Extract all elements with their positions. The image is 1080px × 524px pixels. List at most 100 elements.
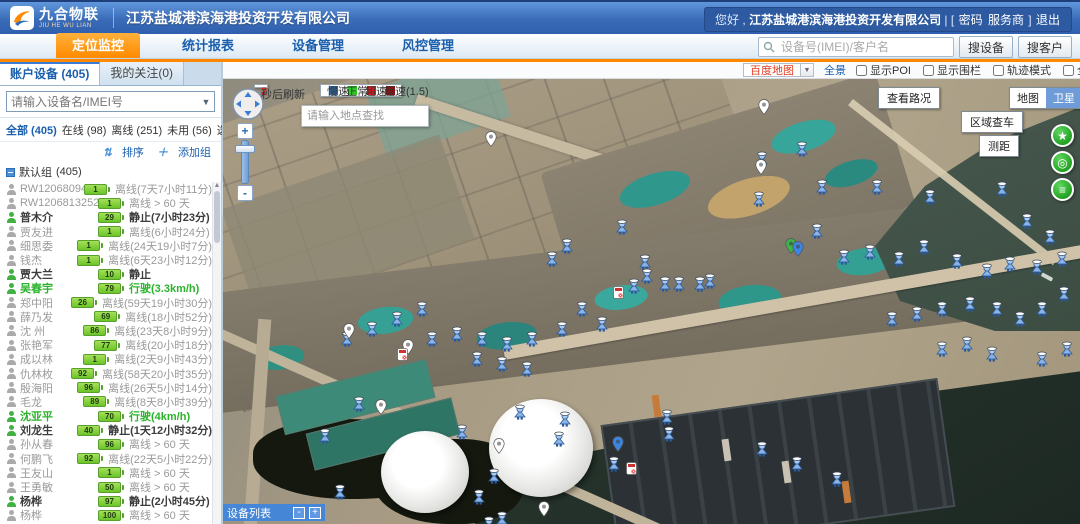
legend-item: 超速(1.5) (384, 86, 395, 95)
device-row[interactable]: 细思委1离线(24天19小时7分) (0, 239, 212, 253)
group-header[interactable]: 默认组 (405) (0, 162, 221, 182)
device-row[interactable]: RW12068094731离线(7天7小时11分) (0, 182, 212, 196)
device-list-bar[interactable]: 设备列表 - + (223, 504, 325, 521)
device-bar-expand-button[interactable]: + (309, 507, 321, 519)
device-row[interactable]: 刘龙生40静止(1天12小时32分) (0, 423, 212, 437)
tab-account-devices[interactable]: 账户设备 (405) (0, 62, 100, 85)
battery-icon: 1 (98, 467, 121, 478)
chevron-down-icon[interactable]: ▼ (198, 97, 214, 107)
nav-tab[interactable]: 设备管理 (276, 33, 360, 58)
map-type-toggle[interactable]: 地图 卫星 (1009, 87, 1080, 109)
device-row[interactable]: 贾大兰10静止 (0, 267, 212, 281)
battery-icon: 1 (84, 184, 107, 195)
device-row[interactable]: 贾友进1离线(6小时24分) (0, 225, 212, 239)
battery-icon: 1 (77, 255, 100, 266)
device-row[interactable]: 沈亚平70行驶(4km/h) (0, 409, 212, 423)
user-session-box: 您好 , 江苏盐城港滨海港投资开发有限公司 | [ 密码 服务商 ] 退出 (704, 7, 1072, 32)
list-tool-button[interactable]: ≡ (1051, 178, 1074, 201)
device-row[interactable]: 薛乃发69离线(18小时52分) (0, 310, 212, 324)
device-search-input[interactable] (7, 95, 198, 109)
main-nav: 定位监控 统计报表 设备管理 风控管理 搜设备 搜客户 (0, 34, 1080, 59)
sort-icon: ⇅ (103, 147, 112, 159)
sidebar-scrollbar[interactable]: ▲ (212, 182, 221, 524)
device-row[interactable]: 成以林1离线(2天9小时43分) (0, 352, 212, 366)
greeting-text: 您好 , (715, 13, 746, 27)
map-canvas[interactable]: + - 2 秒后刷新 慢速正常超速超速(1.5) 查看路况 地图 卫星 区域查车… (223, 79, 1080, 524)
password-link[interactable]: 密码 (959, 13, 983, 27)
speed-legend: 慢速正常超速超速(1.5) (320, 84, 402, 97)
device-row[interactable]: 杨桦97静止(2小时45分) (0, 494, 212, 508)
device-row[interactable]: 杨桦100离线 > 60 天 (0, 508, 212, 522)
measure-button[interactable]: 测距 (979, 135, 1019, 157)
nav-tab[interactable]: 定位监控 (56, 33, 140, 58)
device-list: RW12068094731离线(7天7小时11分)RW12068132521离线… (0, 182, 221, 524)
map-type-map[interactable]: 地图 (1010, 88, 1046, 108)
battery-icon: 97 (98, 496, 121, 507)
device-row[interactable]: 郑中阳26离线(59天19小时30分) (0, 296, 212, 310)
zoom-out-button[interactable]: - (237, 185, 253, 201)
device-row[interactable]: 王友山1离线 > 60 天 (0, 466, 212, 480)
device-row[interactable]: 吴春宇79行驶(3.3km/h) (0, 281, 212, 295)
search-device-button[interactable]: 搜设备 (959, 36, 1013, 58)
device-filter[interactable]: 未用 (56) (167, 125, 212, 137)
user-name: 江苏盐城港滨海港投资开发有限公司 (749, 13, 941, 27)
region-search-button[interactable]: 区域查车 (961, 111, 1023, 133)
checkbox[interactable] (993, 65, 1004, 76)
device-filter[interactable]: 全部 (405) (6, 125, 57, 137)
person-icon (7, 396, 16, 407)
person-icon (7, 453, 16, 464)
checkbox[interactable] (923, 65, 934, 76)
device-row[interactable]: 普木介29静止(7小时23分) (0, 210, 212, 224)
add-group-link[interactable]: ＋添加组 (157, 147, 211, 159)
place-search-input[interactable] (302, 106, 428, 126)
device-row[interactable]: 张艳军77离线(20小时18分) (0, 338, 212, 352)
checkbox[interactable] (1063, 65, 1074, 76)
nav-tab-list: 定位监控 统计报表 设备管理 风控管理 (56, 33, 496, 58)
logout-link[interactable]: 退出 (1036, 13, 1060, 27)
person-icon (7, 240, 16, 251)
global-search-input[interactable] (758, 37, 954, 57)
device-name: RW1206813252 (20, 197, 98, 209)
brand-logo: 九合物联 JIU HE WU LIAN (10, 6, 99, 30)
nav-tab[interactable]: 风控管理 (386, 33, 470, 58)
zoom-in-button[interactable]: + (237, 123, 253, 139)
locate-tool-button[interactable]: ◎ (1051, 151, 1074, 174)
person-icon (7, 311, 16, 322)
device-row[interactable]: 殷海阳96离线(26天5小时14分) (0, 381, 212, 395)
panorama-link[interactable]: 全景 (824, 62, 846, 78)
person-icon (7, 354, 16, 365)
device-name: RW1206809473 (20, 183, 84, 195)
device-row[interactable]: 孙从春96离线 > 60 天 (0, 437, 212, 451)
favorites-tool-button[interactable]: ★ (1051, 124, 1074, 147)
traffic-button[interactable]: 查看路况 (878, 87, 940, 109)
tab-my-follow[interactable]: 我的关注(0) (100, 62, 184, 85)
provider-link[interactable]: 服务商 (988, 13, 1024, 27)
device-filter[interactable]: 离线 (251) (111, 125, 162, 137)
device-bar-collapse-button[interactable]: - (293, 507, 305, 519)
device-filter[interactable]: 在线 (98) (62, 125, 107, 137)
app-window: 九合物联 JIU HE WU LIAN 江苏盐城港滨海港投资开发有限公司 您好 … (0, 0, 1080, 524)
sort-link[interactable]: ⇅排序 (103, 147, 144, 159)
battery-icon: 1 (98, 226, 121, 237)
map-type-satellite[interactable]: 卫星 (1046, 88, 1080, 108)
scroll-up-icon[interactable]: ▲ (213, 182, 221, 189)
device-row[interactable]: 何鹏飞92离线(22天5小时22分) (0, 452, 212, 466)
device-row[interactable]: 钱杰1离线(6天23小时12分) (0, 253, 212, 267)
group-name: 默认组 (19, 164, 52, 180)
chevron-down-icon[interactable]: ▼ (800, 64, 813, 76)
legend-item: 正常 (346, 86, 357, 95)
search-customer-button[interactable]: 搜客户 (1018, 36, 1072, 58)
device-row[interactable]: 仇林枚92离线(58天20小时35分) (0, 366, 212, 380)
map-pan-control[interactable] (231, 87, 265, 121)
nav-tab[interactable]: 统计报表 (166, 33, 250, 58)
device-row[interactable]: RW12068132521离线 > 60 天 (0, 196, 212, 210)
group-expand-icon[interactable] (6, 168, 15, 177)
map-source-select[interactable]: 百度地图 ▼ (743, 63, 814, 77)
zoom-slider-handle[interactable] (235, 145, 255, 153)
scrollbar-thumb[interactable] (214, 191, 220, 243)
battery-icon: 1 (83, 354, 106, 365)
device-row[interactable]: 沈 州86离线(23天8小时9分) (0, 324, 212, 338)
checkbox[interactable] (856, 65, 867, 76)
device-row[interactable]: 毛龙89离线(8天8小时39分) (0, 395, 212, 409)
device-row[interactable]: 王勇敏50离线 > 60 天 (0, 480, 212, 494)
